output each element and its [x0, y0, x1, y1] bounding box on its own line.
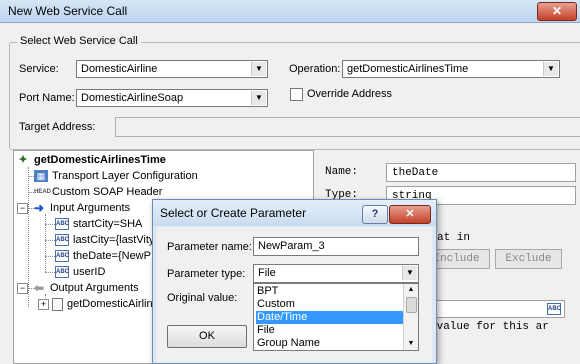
- chevron-down-icon: ▼: [402, 266, 417, 280]
- list-item[interactable]: File: [256, 324, 405, 337]
- chevron-down-icon: ▼: [251, 62, 266, 76]
- abc-icon: ABC: [55, 218, 69, 231]
- original-value-label: Original value:: [167, 292, 238, 304]
- tree-item-input-arguments[interactable]: − ➜ Input Arguments: [17, 201, 130, 215]
- in-text: at in: [437, 232, 471, 244]
- override-address-checkbox[interactable]: [290, 88, 303, 101]
- service-value: DomesticAirline: [81, 63, 158, 75]
- list-item[interactable]: Custom: [256, 298, 405, 311]
- dialog-title-bar: Select or Create Parameter ? ✕: [153, 200, 436, 226]
- tree-item-label: lastCity={lastVity}: [73, 234, 159, 246]
- override-address-label: Override Address: [307, 88, 392, 100]
- tree-item-thedate[interactable]: ABC theDate={NewP: [55, 249, 151, 263]
- parameter-type-value: File: [258, 267, 276, 279]
- port-name-dropdown[interactable]: DomesticAirlineSoap ▼: [76, 89, 268, 107]
- tree-item-label: Output Arguments: [50, 282, 139, 294]
- parameter-name-label: Parameter name:: [167, 241, 252, 253]
- tree-item-output-result[interactable]: + getDomesticAirlin: [38, 297, 153, 311]
- collapse-icon[interactable]: −: [17, 282, 28, 294]
- tree-item-userid[interactable]: ABC userID: [55, 265, 105, 279]
- abc-icon: ABC: [55, 266, 69, 279]
- tree-item-label: Input Arguments: [50, 202, 131, 214]
- tree-item-label: startCity=SHA: [73, 218, 143, 230]
- operation-value: getDomesticAirlinesTime: [347, 63, 469, 75]
- port-name-value: DomesticAirlineSoap: [81, 92, 184, 104]
- list-item[interactable]: Group Name: [256, 337, 405, 350]
- tree-item-label: userID: [73, 266, 106, 278]
- help-button[interactable]: ?: [362, 205, 388, 224]
- window-title-bar: New Web Service Call ✕: [0, 0, 580, 23]
- operation-label: Operation:: [289, 63, 341, 75]
- tree-item-label: theDate={NewP: [73, 250, 151, 262]
- tree-item-label: Custom SOAP Header: [52, 186, 163, 198]
- tree-item-lastcity[interactable]: ABC lastCity={lastVity}: [55, 233, 158, 247]
- tree-item-soap-header[interactable]: HEADCustom SOAP Header: [34, 185, 162, 199]
- dialog-title: Select or Create Parameter: [160, 206, 307, 220]
- name-value: theDate: [392, 167, 439, 179]
- list-scrollbar[interactable]: ▲ ▼: [403, 284, 418, 350]
- dialog-body: Parameter name: NewParam_3 Parameter typ…: [157, 227, 432, 362]
- network-icon: ▦: [34, 170, 48, 183]
- select-parameter-dialog: Select or Create Parameter ? ✕ Parameter…: [152, 199, 437, 364]
- dialog-close-button[interactable]: ✕: [389, 205, 431, 224]
- tree-item-output-arguments[interactable]: − ⬅ Output Arguments: [17, 281, 139, 295]
- scroll-up-icon[interactable]: ▲: [405, 284, 417, 296]
- tree-root[interactable]: ✦ getDomesticAirlinesTime: [16, 153, 166, 167]
- tree-item-startcity[interactable]: ABC startCity=SHA: [55, 217, 142, 231]
- parameter-type-list[interactable]: BPT Custom Date/Time File Group Name ▲ ▼: [253, 283, 419, 351]
- value-hint: rvalue for this ar: [430, 321, 549, 333]
- list-item[interactable]: BPT: [256, 285, 405, 298]
- chevron-down-icon: ▼: [543, 62, 558, 76]
- scroll-down-icon[interactable]: ▼: [405, 338, 417, 350]
- collapse-icon[interactable]: −: [17, 202, 28, 214]
- service-label: Service:: [19, 63, 59, 75]
- tree-item-transport[interactable]: ▦ Transport Layer Configuration: [34, 169, 198, 183]
- parameter-type-dropdown[interactable]: File ▼: [253, 264, 419, 283]
- tree-item-label: getDomesticAirlin: [67, 298, 153, 310]
- chevron-down-icon: ▼: [251, 91, 266, 105]
- service-dropdown[interactable]: DomesticAirline ▼: [76, 60, 268, 78]
- service-call-icon: ✦: [18, 154, 28, 167]
- parameter-name-value: NewParam_3: [258, 240, 325, 252]
- arrow-left-icon: ⬅: [33, 281, 45, 296]
- ok-button[interactable]: OK: [167, 325, 247, 348]
- arrow-right-icon: ➜: [33, 201, 45, 216]
- expand-icon[interactable]: +: [38, 298, 49, 310]
- select-group-label: Select Web Service Call: [17, 35, 141, 47]
- head-icon: HEAD: [34, 189, 52, 196]
- document-icon: [52, 297, 63, 311]
- abc-icon: ABC: [55, 250, 69, 263]
- target-address-field[interactable]: [115, 117, 580, 137]
- scroll-thumb[interactable]: [406, 297, 417, 313]
- parameter-name-input[interactable]: NewParam_3: [253, 237, 419, 256]
- window-title: New Web Service Call: [8, 4, 128, 18]
- list-item-selected[interactable]: Date/Time: [256, 311, 405, 324]
- exclude-button[interactable]: Exclude: [495, 249, 562, 269]
- target-address-label: Target Address:: [19, 121, 96, 133]
- abc-icon[interactable]: ABC: [547, 303, 561, 315]
- window-close-button[interactable]: ✕: [537, 2, 577, 21]
- port-name-label: Port Name:: [19, 92, 75, 104]
- abc-icon: ABC: [55, 234, 69, 247]
- name-field: theDate: [386, 163, 576, 182]
- operation-dropdown[interactable]: getDomesticAirlinesTime ▼: [342, 60, 560, 78]
- tree-item-label: Transport Layer Configuration: [52, 170, 198, 182]
- parameter-type-label: Parameter type:: [167, 268, 246, 280]
- name-label: Name:: [325, 166, 359, 178]
- tree-root-label: getDomesticAirlinesTime: [34, 154, 166, 166]
- value-field[interactable]: [423, 300, 565, 318]
